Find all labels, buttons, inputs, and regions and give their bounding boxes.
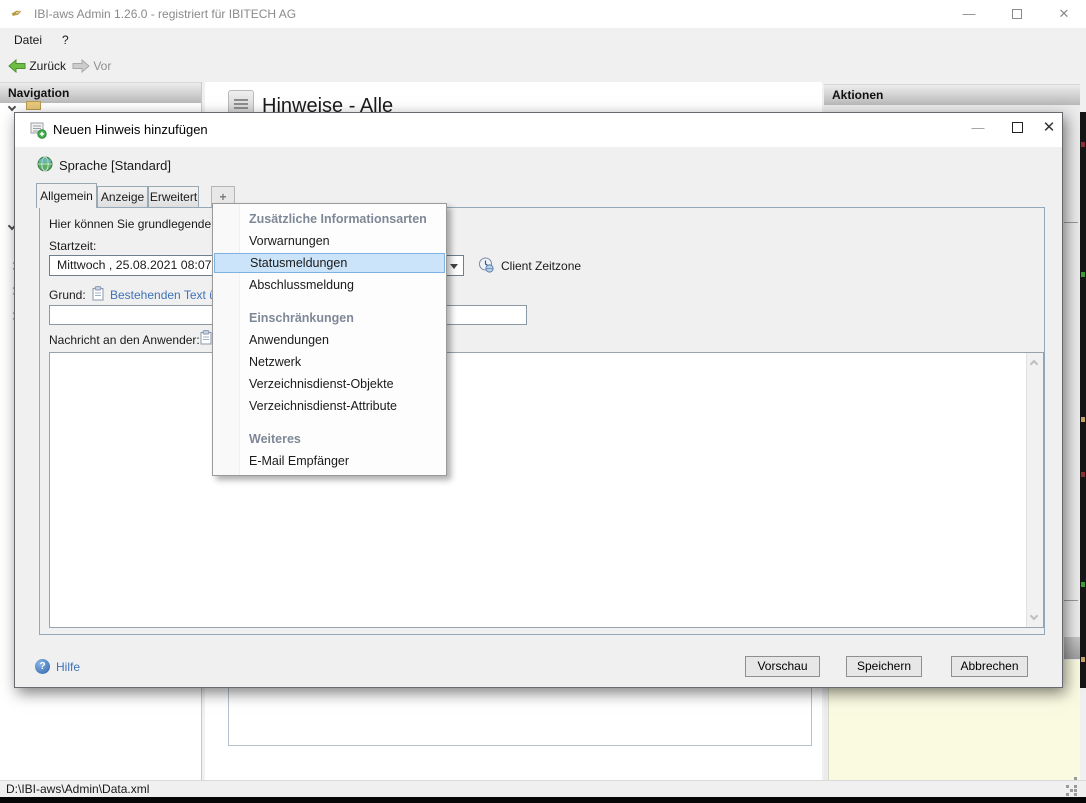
popup-item-verzeichnisdienst-objekte[interactable]: Verzeichnisdienst-Objekte (213, 373, 446, 395)
dialog-titlebar: Neuen Hinweis hinzufügen — ✕ (15, 113, 1062, 147)
add-note-dialog: Neuen Hinweis hinzufügen — ✕ Sprache [St… (14, 112, 1063, 688)
nachricht-label: Nachricht an den Anwender: (49, 333, 200, 347)
background-window-sliver (1080, 112, 1086, 688)
tree-expanded-icon[interactable] (7, 99, 17, 113)
popup-item-statusmeldungen-selected[interactable]: Statusmeldungen (214, 253, 445, 273)
back-button[interactable]: Zurück (8, 56, 66, 76)
scroll-down-icon[interactable] (1029, 611, 1039, 621)
help-icon[interactable]: ? (35, 659, 50, 674)
forward-button[interactable]: Vor (72, 56, 111, 76)
tab-allgemein-panel: Hier können Sie grundlegende Ei Startzei… (39, 207, 1045, 635)
grund-label: Grund: (49, 288, 86, 302)
dialog-close-button[interactable]: ✕ (1032, 113, 1066, 143)
main-toolbar: Zurück Vor (0, 51, 1086, 82)
speichern-button[interactable]: Speichern (846, 656, 922, 677)
textarea-scrollbar[interactable] (1026, 353, 1043, 627)
main-titlebar: ✒ IBI-aws Admin 1.26.0 - registriert für… (0, 0, 1086, 28)
app-icon: ✒ (8, 3, 26, 23)
main-close-button[interactable]: ✕ (1042, 0, 1086, 28)
navigation-panel-header: Navigation (0, 82, 201, 103)
startzeit-value: Mittwoch , 25.08.2021 08:07 (57, 258, 212, 272)
dialog-note-add-icon (30, 122, 47, 139)
client-timezone-label[interactable]: Client Zeitzone (501, 259, 581, 273)
tab-erweitert[interactable]: Erweitert (148, 186, 199, 207)
bottom-edge (0, 797, 1086, 803)
abbrechen-button[interactable]: Abbrechen (951, 656, 1028, 677)
app-root: ✒ IBI-aws Admin 1.26.0 - registriert für… (0, 0, 1086, 803)
popup-item-anwendungen[interactable]: Anwendungen (213, 329, 446, 351)
popup-item-abschlussmeldung[interactable]: Abschlussmeldung (213, 274, 446, 296)
language-globe-icon (37, 156, 53, 172)
menu-datei[interactable]: Datei (8, 31, 48, 49)
informationsarten-popup-menu: Zusätzliche Informationsarten Vorwarnung… (212, 203, 447, 476)
forward-arrow-icon (72, 58, 90, 74)
vorschau-button[interactable]: Vorschau (745, 656, 820, 677)
popup-header-einschraenkungen: Einschränkungen (249, 311, 354, 325)
main-menubar: Datei ? (0, 28, 1086, 51)
back-button-label: Zurück (29, 59, 67, 73)
help-link[interactable]: Hilfe (56, 660, 80, 674)
resize-grip[interactable] (1066, 785, 1069, 788)
actions-scrollbar-thumb[interactable] (1064, 637, 1080, 659)
popup-header-weiteres: Weiteres (249, 432, 301, 446)
intro-text: Hier können Sie grundlegende Ei (49, 217, 226, 231)
language-label[interactable]: Sprache [Standard] (59, 158, 171, 173)
tab-allgemein[interactable]: Allgemein (36, 183, 97, 208)
popup-item-verzeichnisdienst-attribute[interactable]: Verzeichnisdienst-Attribute (213, 395, 446, 417)
statusbar: D:\IBI-aws\Admin\Data.xml (0, 780, 1086, 797)
dialog-maximize-button[interactable] (1000, 113, 1034, 143)
scroll-up-icon[interactable] (1029, 359, 1039, 369)
menu-help[interactable]: ? (56, 31, 75, 49)
main-minimize-button[interactable]: — (947, 0, 991, 28)
dialog-title: Neuen Hinweis hinzufügen (53, 122, 208, 137)
grund-uebernehmen-link[interactable]: Bestehenden Text üb (110, 288, 223, 302)
main-window-title: IBI-aws Admin 1.26.0 - registriert für I… (34, 7, 297, 21)
main-maximize-button[interactable] (995, 0, 1039, 28)
startzeit-dropdown-icon[interactable] (446, 257, 462, 274)
back-arrow-icon (8, 58, 26, 74)
popup-spacer (213, 417, 446, 428)
popup-item-email-empfaenger[interactable]: E-Mail Empfänger (213, 450, 446, 472)
actions-tick-1 (1064, 222, 1078, 223)
popup-item-vorwarnungen[interactable]: Vorwarnungen (213, 230, 446, 252)
popup-header-informationsarten: Zusätzliche Informationsarten (249, 212, 427, 226)
client-timezone-icon (479, 257, 494, 273)
tab-anzeige[interactable]: Anzeige (97, 186, 148, 207)
actions-panel-header: Aktionen (824, 84, 1080, 105)
tree-node-icon (26, 101, 41, 110)
popup-item-netzwerk[interactable]: Netzwerk (213, 351, 446, 373)
startzeit-label: Startzeit: (49, 239, 97, 253)
nachricht-textarea[interactable] (49, 352, 1044, 628)
popup-spacer (213, 296, 446, 307)
dialog-minimize-button[interactable]: — (961, 113, 995, 143)
actions-tick-2 (1064, 600, 1078, 601)
forward-button-label: Vor (93, 59, 112, 73)
statusbar-path: D:\IBI-aws\Admin\Data.xml (6, 782, 150, 796)
paste-text-icon (92, 286, 104, 301)
